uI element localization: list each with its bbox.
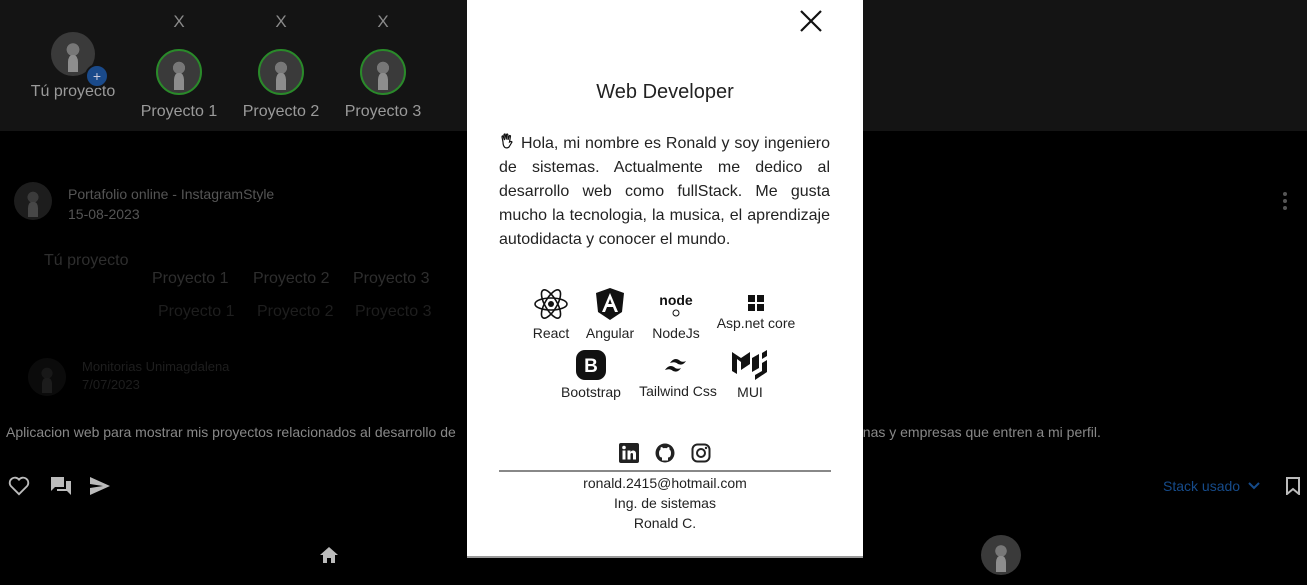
owner-name: Ronald C. (633, 515, 697, 531)
more-options-icon[interactable] (1283, 192, 1287, 213)
tech-label: Bootstrap (561, 384, 621, 400)
chevron-down-icon (1248, 482, 1260, 490)
instagram-icon[interactable] (691, 443, 711, 463)
bio-text: Hola, mi nombre es Ronald y soy ingenier… (499, 132, 830, 252)
mui-icon (732, 350, 767, 380)
home-icon[interactable] (319, 546, 339, 564)
windows-icon (748, 295, 764, 311)
tech-tailwind: Tailwind Css (637, 353, 719, 399)
role-text: Ing. de sistemas (614, 495, 716, 511)
svg-text:B: B (584, 356, 598, 377)
bio-paragraph: Hola, mi nombre es Ronald y soy ingenier… (499, 135, 830, 248)
tech-label: Asp.net core (716, 315, 796, 331)
story-label: Proyecto 2 (242, 103, 320, 120)
avatar (28, 358, 66, 396)
story-project-3[interactable]: X Proyecto 3 (342, 12, 424, 121)
tech-label: MUI (737, 384, 763, 400)
ghost-post-title: Monitorias Unimagdalena (82, 359, 230, 374)
tech-nodejs: node NodeJs (649, 291, 703, 341)
bootstrap-icon: B (576, 350, 606, 380)
ghost-story-label: Proyecto 3 (353, 270, 430, 287)
profile-modal: Web Developer Hola, mi nombre es Ronald … (467, 0, 863, 558)
bookmark-icon[interactable] (1286, 477, 1300, 495)
ghost-post-date: 7/07/2023 (82, 377, 140, 392)
tech-bootstrap: B Bootstrap (559, 350, 623, 400)
story-project-1[interactable]: X Proyecto 1 (138, 12, 220, 121)
story-label: Tú proyecto (30, 83, 116, 100)
story-project-2[interactable]: X Proyecto 2 (240, 12, 322, 121)
avatar (360, 49, 406, 95)
close-icon[interactable]: X (240, 12, 322, 34)
post-description-continued: sonas y empresas que entren a mi perfil. (848, 424, 1101, 440)
ghost-label: Proyecto 1 (158, 303, 235, 320)
stack-used-toggle[interactable]: Stack usado (1163, 478, 1260, 494)
post-description: Aplicacion web para mostrar mis proyecto… (6, 424, 456, 440)
ghost-story-label: Proyecto 2 (253, 270, 330, 287)
add-icon[interactable]: + (85, 64, 109, 88)
angular-icon (596, 288, 624, 320)
story-own[interactable]: + Tú proyecto (28, 32, 118, 101)
avatar (258, 49, 304, 95)
modal-title: Web Developer (596, 81, 734, 103)
close-icon[interactable] (799, 9, 823, 33)
contact-email: ronald.2415@hotmail.com (583, 475, 747, 491)
story-label: Proyecto 1 (140, 103, 218, 120)
tech-react: React (529, 287, 573, 341)
tech-mui: MUI (730, 350, 770, 400)
tech-aspnet: Asp.net core (713, 295, 799, 331)
comments-icon[interactable] (50, 476, 72, 496)
tech-label: NodeJs (652, 325, 700, 341)
tech-label: Tailwind Css (639, 383, 717, 399)
story-label: Proyecto 3 (344, 103, 422, 120)
tech-label: Angular (585, 325, 635, 341)
react-icon (534, 289, 568, 319)
close-icon[interactable]: X (342, 12, 424, 34)
avatar (156, 49, 202, 95)
post-title: Portafolio online - InstagramStyle (68, 186, 275, 202)
ghost-story-label: Proyecto 1 (152, 270, 229, 287)
send-icon[interactable] (89, 476, 111, 496)
tech-angular: Angular (584, 287, 636, 341)
github-icon[interactable] (655, 443, 675, 463)
post-avatar[interactable] (14, 182, 52, 220)
profile-avatar[interactable] (981, 535, 1021, 575)
tailwind-icon (665, 359, 686, 372)
tech-label: React (532, 325, 570, 341)
ghost-label: Proyecto 3 (355, 303, 432, 320)
linkedin-icon[interactable] (619, 443, 639, 463)
close-icon[interactable]: X (138, 12, 220, 34)
svg-text:node: node (659, 292, 693, 308)
nodejs-icon: node (659, 292, 693, 317)
ghost-story-label: Tú proyecto (44, 252, 129, 269)
waving-hand-icon (501, 133, 513, 149)
heart-icon[interactable] (8, 476, 30, 496)
stack-used-label: Stack usado (1163, 478, 1241, 494)
ghost-label: Proyecto 2 (257, 303, 334, 320)
divider (499, 470, 831, 472)
post-date: 15-08-2023 (68, 206, 140, 222)
